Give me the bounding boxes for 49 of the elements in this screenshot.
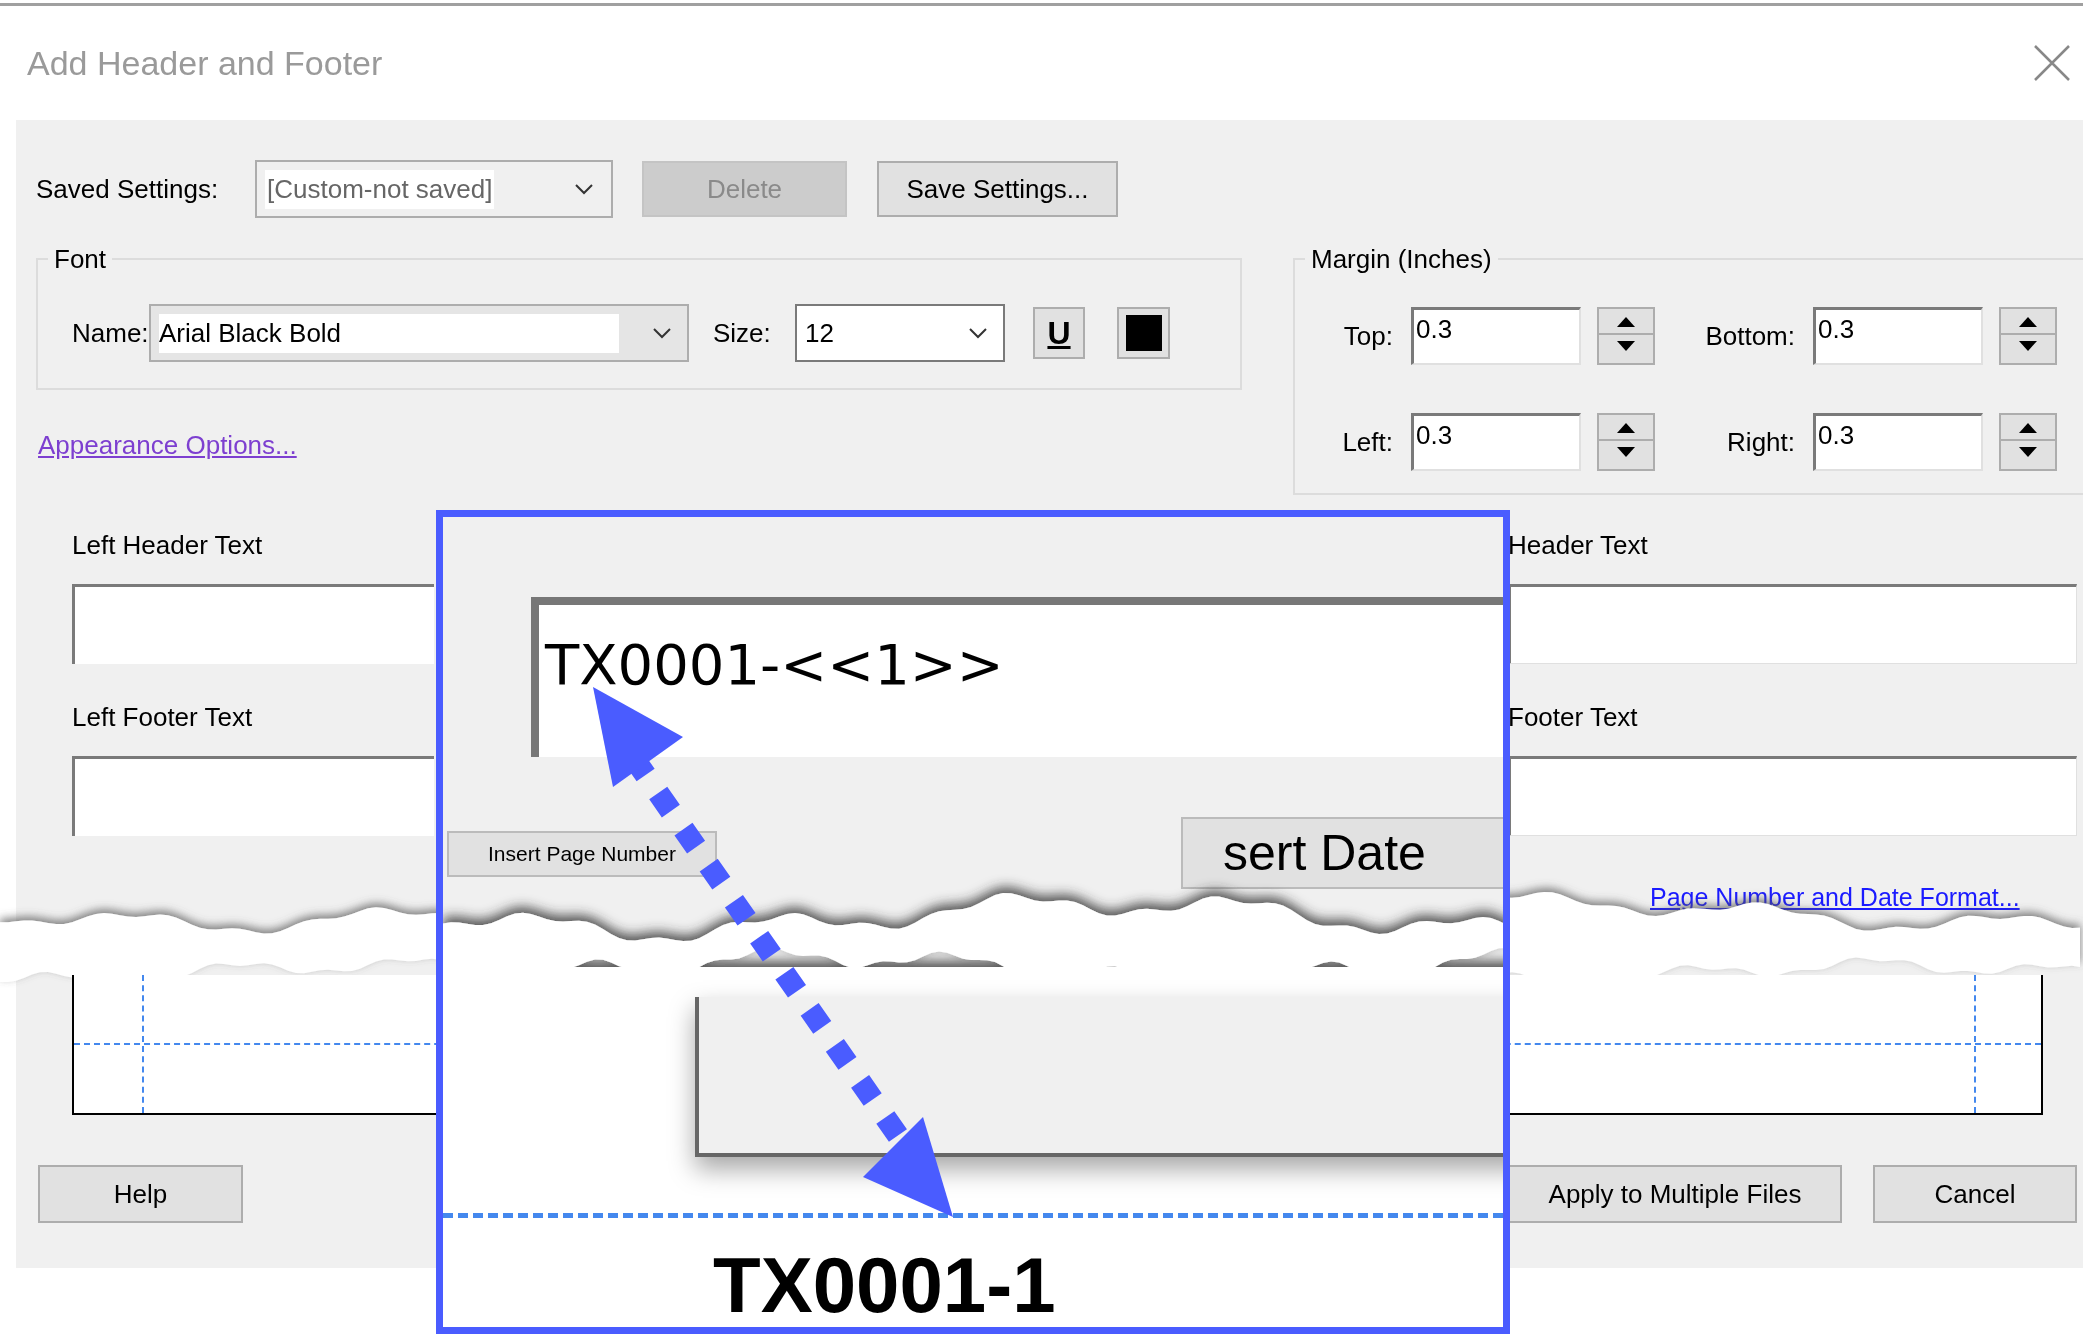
field-label: Left: (1341, 425, 1394, 459)
field-label: Footer Text (1508, 701, 1639, 734)
center-footer-input[interactable]: TX0001-<<1>> (531, 597, 1503, 757)
text-input[interactable] (72, 584, 434, 664)
up-arrow-icon (1617, 317, 1635, 327)
spin-buttons[interactable] (1597, 307, 1655, 365)
field-label: Size: (713, 316, 772, 350)
down-arrow-icon (1617, 341, 1635, 351)
down-arrow-icon (1617, 447, 1635, 457)
field-label: Saved Settings: (36, 172, 220, 206)
insert-date-button[interactable]: sert Date (1181, 817, 1503, 889)
font-name-dropdown[interactable]: Arial Black Bold (149, 304, 689, 362)
field-label: Bottom: (1704, 319, 1796, 353)
underline-button[interactable]: U (1033, 307, 1085, 359)
margin-input[interactable]: 0.3 (1813, 413, 1983, 471)
text-input[interactable] (72, 756, 434, 836)
field-label: Left Header Text (72, 529, 264, 562)
margin-input[interactable]: 0.3 (1411, 413, 1581, 471)
text-input[interactable] (1508, 584, 2077, 664)
margin-input[interactable]: 0.3 (1813, 307, 1983, 365)
up-arrow-icon (1617, 423, 1635, 433)
up-arrow-icon (2019, 423, 2037, 433)
font-size-dropdown[interactable]: 12 (795, 304, 1005, 362)
close-icon[interactable] (2033, 44, 2071, 82)
field-label: Header Text (1508, 529, 1649, 562)
appearance-options-link[interactable]: Appearance Options... (38, 426, 297, 465)
settings-dropdown[interactable]: [Custom-not saved] (255, 160, 613, 218)
field-label: Right: (1726, 425, 1796, 459)
page-number-date-format-link[interactable]: Page Number and Date Format... (1650, 879, 2020, 917)
spin-buttons[interactable] (1999, 307, 2057, 365)
up-arrow-icon (2019, 317, 2037, 327)
settings-button[interactable]: Save Settings... (877, 161, 1118, 217)
down-arrow-icon (2019, 447, 2037, 457)
color-swatch (1125, 315, 1162, 351)
field-label: Left Footer Text (72, 701, 254, 734)
dialog-button[interactable]: Apply to Multiple Files (1508, 1165, 1842, 1223)
insert-page-number-button[interactable]: Insert Page Number (447, 831, 717, 877)
text-input[interactable] (1508, 756, 2077, 836)
footer-preview-text: TX0001-1 (713, 1240, 1056, 1327)
dialog-button[interactable]: Cancel (1873, 1165, 2077, 1223)
spin-buttons[interactable] (1597, 413, 1655, 471)
field-label: Name: (72, 316, 149, 350)
dialog-button[interactable]: Help (38, 1165, 243, 1223)
margin-input[interactable]: 0.3 (1411, 307, 1581, 365)
font-color-button[interactable] (1117, 307, 1170, 359)
window-title: Add Header and Footer (27, 42, 383, 84)
spin-buttons[interactable] (1999, 413, 2057, 471)
down-arrow-icon (2019, 341, 2037, 351)
field-label: Top: (1342, 319, 1394, 353)
